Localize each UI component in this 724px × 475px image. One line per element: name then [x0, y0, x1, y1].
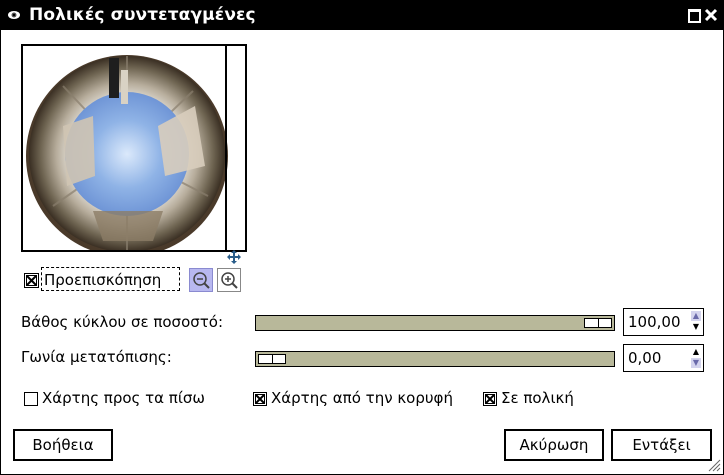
polar-coordinates-dialog: Πολικές συντεταγμένες Προεπισκόπηση Βάθο… — [0, 0, 724, 475]
circle-depth-spinbox[interactable]: 100,00 ▲ ▼ — [623, 308, 704, 336]
help-button[interactable]: Βοήθεια — [13, 429, 113, 461]
circle-depth-slider[interactable] — [255, 315, 615, 331]
offset-angle-value[interactable]: 0,00 — [628, 349, 661, 367]
zoom-out-button[interactable] — [189, 268, 213, 292]
preview-divider — [225, 44, 227, 250]
to-polar-label[interactable]: Σε πολική — [501, 389, 574, 407]
close-icon — [704, 8, 718, 22]
offset-angle-label: Γωνία μετατόπισης: — [21, 348, 172, 366]
preview-checkbox[interactable] — [24, 273, 39, 288]
circle-depth-slider-thumb[interactable] — [584, 318, 612, 328]
eye-icon — [8, 11, 20, 19]
zoom-in-icon — [221, 272, 238, 289]
check-mark-icon — [485, 394, 495, 404]
preview-image — [26, 55, 228, 250]
resize-grip-icon[interactable] — [705, 456, 721, 472]
spin-down-icon[interactable]: ▼ — [691, 322, 701, 332]
circle-depth-label: Βάθος κύκλου σε ποσοστό: — [21, 313, 224, 331]
ok-button[interactable]: Εντάξει — [611, 429, 712, 461]
spin-down-icon[interactable]: ▼ — [691, 358, 701, 368]
circle-depth-value[interactable]: 100,00 — [628, 313, 681, 331]
window-title: Πολικές συντεταγμένες — [29, 5, 256, 25]
cancel-button[interactable]: Ακύρωση — [504, 429, 604, 461]
map-from-top-checkbox[interactable] — [253, 392, 267, 406]
offset-angle-slider[interactable] — [255, 351, 615, 367]
spin-up-icon[interactable]: ▲ — [691, 311, 701, 321]
check-mark-icon — [26, 275, 37, 286]
map-backwards-label[interactable]: Χάρτης προς τα πίσω — [42, 389, 205, 407]
spin-up-icon[interactable]: ▲ — [691, 347, 701, 357]
maximize-button[interactable] — [687, 8, 701, 23]
preview-label[interactable]: Προεπισκόπηση — [41, 267, 180, 291]
check-mark-icon — [255, 394, 265, 404]
zoom-out-icon — [193, 272, 210, 289]
move-icon[interactable] — [226, 249, 242, 265]
offset-angle-spin-arrows[interactable]: ▲ ▼ — [691, 347, 701, 369]
preview-area[interactable] — [21, 44, 247, 252]
circle-depth-spin-arrows[interactable]: ▲ ▼ — [691, 311, 701, 333]
offset-angle-slider-thumb[interactable] — [258, 354, 286, 364]
to-polar-checkbox[interactable] — [483, 392, 497, 406]
close-button[interactable] — [704, 8, 718, 22]
maximize-icon — [688, 9, 701, 23]
map-from-top-label[interactable]: Χάρτης από την κορυφή — [271, 389, 453, 407]
zoom-in-button[interactable] — [217, 268, 241, 292]
map-backwards-checkbox[interactable] — [24, 392, 38, 406]
title-bar[interactable]: Πολικές συντεταγμένες — [1, 1, 723, 30]
offset-angle-spinbox[interactable]: 0,00 ▲ ▼ — [623, 344, 704, 372]
